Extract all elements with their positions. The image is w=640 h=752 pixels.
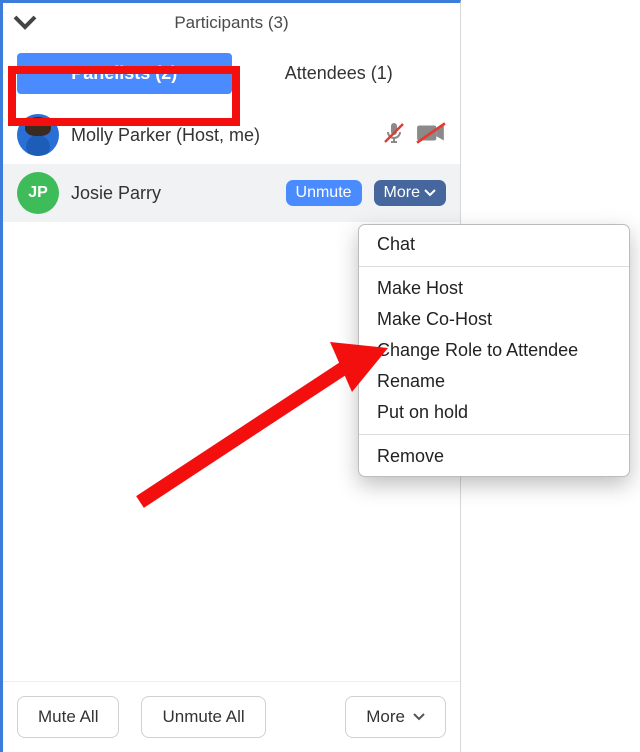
mute-all-button[interactable]: Mute All <box>17 696 119 738</box>
participant-row-host[interactable]: Molly Parker (Host, me) <box>3 106 460 164</box>
video-off-icon <box>416 122 446 148</box>
menu-divider <box>359 266 629 267</box>
status-icons <box>382 121 446 149</box>
menu-item-remove[interactable]: Remove <box>359 441 629 472</box>
chevron-down-icon <box>424 187 436 199</box>
menu-item-make-cohost[interactable]: Make Co-Host <box>359 304 629 335</box>
chevron-down-icon <box>13 11 37 35</box>
avatar: JP <box>17 172 59 214</box>
menu-item-rename[interactable]: Rename <box>359 366 629 397</box>
collapse-button[interactable] <box>13 11 37 35</box>
footer-more-label: More <box>366 707 405 727</box>
menu-item-put-on-hold[interactable]: Put on hold <box>359 397 629 428</box>
avatar <box>17 114 59 156</box>
unmute-button[interactable]: Unmute <box>286 180 362 206</box>
participant-row[interactable]: JP Josie Parry Unmute More <box>3 164 460 222</box>
participant-tabs: Panelists (2) Attendees (1) <box>3 45 460 106</box>
panelist-list: Molly Parker (Host, me) <box>3 106 460 222</box>
panel-header: Participants (3) <box>3 3 460 45</box>
more-button[interactable]: More <box>374 180 446 206</box>
panel-title: Participants (3) <box>37 13 426 33</box>
menu-item-change-role[interactable]: Change Role to Attendee <box>359 335 629 366</box>
panel-footer: Mute All Unmute All More <box>3 681 460 752</box>
more-dropdown-menu: Chat Make Host Make Co-Host Change Role … <box>358 224 630 477</box>
menu-divider <box>359 434 629 435</box>
more-button-label: More <box>384 184 420 202</box>
tab-attendees[interactable]: Attendees (1) <box>232 53 447 94</box>
footer-more-button[interactable]: More <box>345 696 446 738</box>
participant-name: Josie Parry <box>71 183 274 204</box>
tab-panelists[interactable]: Panelists (2) <box>17 53 232 94</box>
mic-muted-icon <box>382 121 406 149</box>
menu-item-make-host[interactable]: Make Host <box>359 273 629 304</box>
menu-item-chat[interactable]: Chat <box>359 229 629 260</box>
participant-name: Molly Parker (Host, me) <box>71 125 370 146</box>
chevron-down-icon <box>413 711 425 723</box>
unmute-all-button[interactable]: Unmute All <box>141 696 265 738</box>
